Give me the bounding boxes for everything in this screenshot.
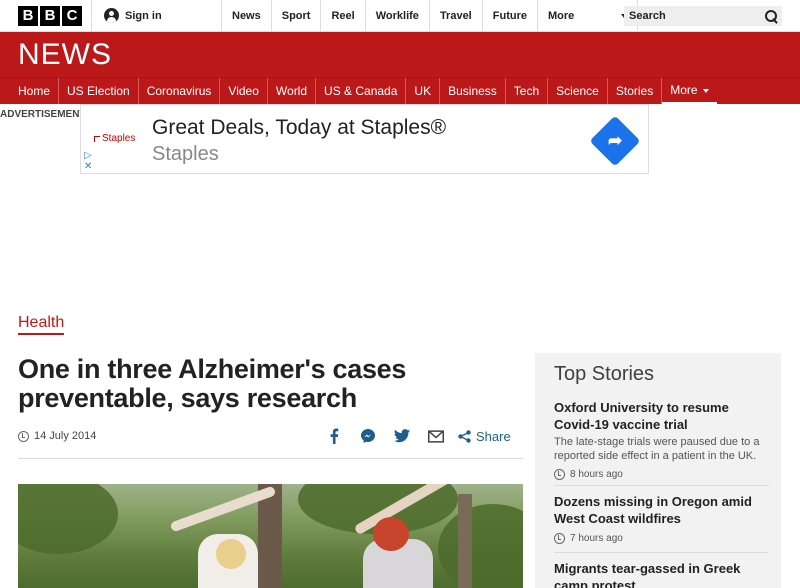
search-input[interactable]: Search [624, 6, 782, 26]
news-nav-uk[interactable]: UK [406, 78, 441, 104]
top-story-item[interactable]: Migrants tear-gassed in Greek camp prote… [554, 560, 769, 588]
ad-directions-icon[interactable]: ➦ [589, 115, 641, 167]
foliage [18, 484, 118, 554]
bbc-logo[interactable]: B B C [0, 0, 92, 31]
news-nav-business[interactable]: Business [440, 78, 506, 104]
top-story-time-text: 8 hours ago [570, 469, 623, 480]
bbc-logo-letter: C [62, 5, 82, 26]
bbc-logo-letter: B [18, 5, 38, 26]
top-story-divider [554, 485, 769, 486]
search-icon[interactable] [765, 9, 778, 23]
global-nav-more-button[interactable]: More [538, 0, 638, 31]
search-placeholder: Search [629, 10, 666, 22]
share-label: Share [476, 428, 511, 444]
news-nav-world[interactable]: World [268, 78, 317, 104]
news-nav-science[interactable]: Science [548, 78, 608, 104]
top-story-time: 7 hours ago [554, 533, 769, 544]
top-story-headline[interactable]: Dozens missing in Oregon amid West Coast… [554, 493, 769, 527]
top-story-item[interactable]: Dozens missing in Oregon amid West Coast… [554, 493, 769, 544]
news-nav-more-button[interactable]: More [662, 78, 717, 104]
article-headline: One in three Alzheimer's cases preventab… [18, 354, 407, 413]
top-story-headline[interactable]: Migrants tear-gassed in Greek camp prote… [554, 560, 769, 588]
more-label: More [547, 9, 575, 22]
article-date-text: 14 July 2014 [34, 430, 97, 442]
news-logo[interactable]: NEWS [18, 38, 112, 72]
top-story-time: 8 hours ago [554, 469, 769, 480]
clock-icon [554, 469, 565, 480]
article-divider [18, 458, 523, 459]
top-story-item[interactable]: Oxford University to resume Covid-19 vac… [554, 399, 769, 480]
top-story-headline[interactable]: Oxford University to resume Covid-19 vac… [554, 399, 769, 433]
news-nav-us-election[interactable]: US Election [59, 78, 139, 104]
clock-icon [18, 430, 29, 442]
news-nav-stories[interactable]: Stories [608, 78, 663, 104]
global-nav: B B C Sign in News Sport Reel Worklife T… [0, 0, 800, 32]
top-stories-panel: Top Stories Oxford University to resume … [535, 353, 781, 588]
article-image [18, 484, 523, 588]
person-head [373, 517, 409, 551]
global-nav-reel[interactable]: Reel [321, 0, 366, 31]
global-nav-news[interactable]: News [222, 0, 272, 31]
sign-in-label: Sign in [125, 9, 162, 22]
staples-logo: Staples [94, 133, 135, 144]
section-tag-health[interactable]: Health [18, 314, 64, 332]
staples-glyph-icon [94, 135, 100, 142]
share-tools: Share [326, 428, 511, 444]
email-icon[interactable] [428, 428, 444, 444]
global-nav-sport[interactable]: Sport [272, 0, 322, 31]
ad-brand: Staples [102, 133, 136, 144]
news-nav-more-label: More [670, 83, 698, 97]
news-nav-coronavirus[interactable]: Coronavirus [139, 78, 221, 104]
share-button[interactable]: Share [458, 429, 511, 444]
ad-title[interactable]: Great Deals, Today at Staples® [152, 116, 446, 140]
news-nav-video[interactable]: Video [220, 78, 268, 104]
clock-icon [554, 533, 565, 544]
top-story-divider [554, 552, 769, 553]
global-nav-travel[interactable]: Travel [430, 0, 483, 31]
messenger-icon[interactable] [360, 428, 376, 444]
news-header: NEWS [0, 32, 800, 77]
tree-trunk [458, 494, 472, 588]
news-nav-us-canada[interactable]: US & Canada [316, 78, 407, 104]
top-stories-title: Top Stories [554, 363, 655, 385]
user-icon [104, 8, 119, 23]
twitter-icon[interactable] [394, 428, 410, 444]
bbc-logo-letter: B [40, 5, 60, 26]
top-story-summary: The late-stage trials were paused due to… [554, 436, 760, 462]
news-nav-home[interactable]: Home [10, 78, 60, 104]
share-icon [458, 429, 471, 443]
ad-banner[interactable]: Staples Great Deals, Today at Staples® S… [80, 104, 649, 174]
ad-choices-icon[interactable]: ▷ ✕ [84, 150, 92, 172]
advertisement-label: ADVERTISEMENT [0, 109, 86, 120]
chevron-down-icon [702, 89, 709, 93]
foliage [438, 504, 523, 588]
global-nav-future[interactable]: Future [483, 0, 538, 31]
ad-subtitle: Staples [152, 143, 219, 165]
sign-in-link[interactable]: Sign in [92, 0, 222, 31]
news-nav-tech[interactable]: Tech [506, 78, 549, 104]
top-story-time-text: 7 hours ago [570, 533, 623, 544]
global-nav-worklife[interactable]: Worklife [366, 0, 430, 31]
section-underline [18, 333, 64, 335]
person-head [216, 539, 246, 569]
article-date: 14 July 2014 [18, 430, 96, 442]
facebook-icon[interactable] [326, 428, 342, 444]
news-nav: Home US Election Coronavirus Video World… [0, 77, 800, 104]
